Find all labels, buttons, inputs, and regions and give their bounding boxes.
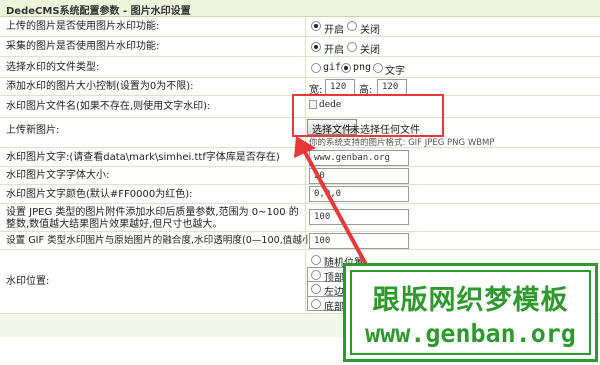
watermark-url: www.genban.org: [365, 319, 576, 348]
arrow-shaft: [298, 141, 372, 274]
watermark-title: 跟版网织梦模板: [372, 285, 569, 316]
highlight-box: [292, 94, 444, 137]
watermark-overlay: 跟版网织梦模板 www.genban.org: [343, 263, 598, 362]
watermark-inner-border: 跟版网织梦模板 www.genban.org: [350, 270, 591, 355]
